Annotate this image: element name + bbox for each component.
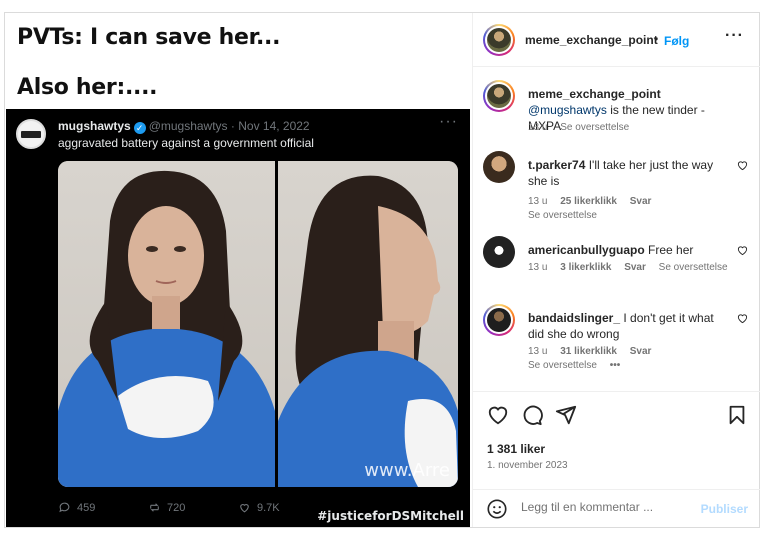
comment-meta: 13 u 31 likerklikk Svar — [528, 346, 661, 357]
comment-avatar[interactable] — [483, 304, 515, 336]
meme-caption-line-2: Also her:.... — [17, 75, 158, 100]
comment-body: Free her — [648, 243, 694, 257]
hashtag-overlay: #justiceforDSMitchell — [317, 509, 464, 523]
comment-translate-link[interactable]: Se oversettelse — [528, 210, 597, 221]
heart-icon — [240, 504, 249, 513]
comment-time[interactable]: 13 u — [528, 346, 547, 357]
comment-username[interactable]: t.parker74 — [528, 158, 585, 172]
tweet-like-count: 9.7K — [257, 501, 280, 514]
publish-button[interactable]: Publiser — [701, 502, 748, 516]
comment-bubble-icon[interactable] — [521, 404, 543, 426]
author-username[interactable]: meme_exchange_point — [525, 33, 658, 47]
comment-more-icon[interactable]: ••• — [610, 360, 621, 371]
author-avatar[interactable] — [483, 24, 515, 56]
caption-avatar[interactable] — [483, 80, 515, 112]
mugshot-profile-photo: www.Arre — [278, 161, 458, 487]
comment-time[interactable]: 13 u — [528, 196, 547, 207]
meme-caption-line-1: PVTs: I can save her... — [17, 25, 281, 50]
comment-input[interactable] — [521, 500, 691, 514]
caption-mention[interactable]: @mugshawtys — [528, 103, 607, 117]
comment-like-heart-icon[interactable] — [737, 245, 748, 256]
mugshot-front-photo — [58, 161, 275, 487]
comment-like-count[interactable]: 31 likerklikk — [560, 346, 617, 357]
comment-reply-button[interactable]: Svar — [624, 262, 646, 273]
tweet-more-icon: ··· — [439, 113, 458, 130]
comment-reply-button[interactable]: Svar — [630, 196, 652, 207]
follow-button[interactable]: Følg — [664, 34, 689, 48]
comment-username[interactable]: bandaidslinger_ — [528, 311, 620, 325]
tweet-retweet-count: 720 — [167, 501, 186, 514]
comment-translate-link[interactable]: Se oversettelse — [528, 360, 597, 371]
tweet-header: mugshawtys ✓ @mugshawtys · Nov 14, 2022 — [58, 119, 310, 134]
caption-meta: 13 u Se oversettelse — [528, 122, 639, 133]
retweet-icon — [150, 503, 159, 512]
reply-icon — [59, 502, 70, 513]
caption-translate-link[interactable]: Se oversettelse — [560, 122, 629, 133]
like-count[interactable]: 1 381 liker — [487, 442, 545, 456]
photo-watermark: www.Arre — [364, 460, 450, 481]
tweet-likes: 9.7K — [238, 501, 280, 514]
header-separator: • — [654, 32, 659, 46]
post-sidebar: meme_exchange_point • Følg ··· meme_exch… — [472, 13, 760, 527]
comment-like-count[interactable]: 25 likerklikk — [560, 196, 617, 207]
comment-like-heart-icon[interactable] — [737, 313, 748, 324]
share-send-icon[interactable] — [555, 404, 577, 426]
comments-list: meme_exchange_point @mugshawtys is the n… — [473, 68, 760, 390]
comment-time[interactable]: 13 u — [528, 262, 547, 273]
tweet-text: aggravated battery against a government … — [58, 136, 314, 150]
post-image[interactable]: PVTs: I can save her... Also her:.... mu… — [5, 13, 472, 527]
tweet-replies: 459 — [58, 501, 95, 514]
tweet-avatar — [16, 119, 46, 149]
comment-username[interactable]: americanbullyguapo — [528, 243, 645, 257]
comment-like-heart-icon[interactable] — [737, 160, 748, 171]
comment-text: t.parker74 I'll take her just the way sh… — [528, 157, 733, 189]
tweet-photos: www.Arre — [58, 161, 458, 487]
caption-time[interactable]: 13 u — [528, 122, 547, 133]
tweet-author-name: mugshawtys — [58, 119, 131, 133]
save-bookmark-icon[interactable] — [726, 404, 748, 426]
comment-text: bandaidslinger_ I don't get it what did … — [528, 310, 733, 342]
comment-translate-row: Se oversettelse ••• — [528, 360, 630, 371]
more-options-icon[interactable]: ··· — [725, 27, 744, 45]
caption-username[interactable]: meme_exchange_point — [528, 87, 661, 101]
comment-like-count[interactable]: 3 likerklikk — [560, 262, 611, 273]
comment-avatar[interactable] — [483, 236, 515, 268]
comment-meta: 13 u 3 likerklikk Svar Se oversettelse — [528, 262, 738, 273]
comment-translate-row: Se oversettelse — [528, 210, 607, 221]
like-heart-icon[interactable] — [487, 404, 509, 426]
add-comment-bar: Publiser — [473, 489, 760, 527]
post-header: meme_exchange_point • Følg ··· — [473, 13, 760, 67]
tweet-screenshot: mugshawtys ✓ @mugshawtys · Nov 14, 2022 ··… — [6, 109, 470, 527]
comment-translate-link[interactable]: Se oversettelse — [659, 262, 728, 273]
comment-avatar[interactable] — [483, 151, 515, 183]
comment-meta: 13 u 25 likerklikk Svar — [528, 196, 661, 207]
comment-reply-button[interactable]: Svar — [630, 346, 652, 357]
tweet-retweets: 720 — [148, 501, 185, 514]
tweet-reply-count: 459 — [77, 501, 96, 514]
emoji-icon[interactable] — [486, 498, 508, 520]
verified-icon: ✓ — [133, 122, 146, 134]
post-frame: PVTs: I can save her... Also her:.... mu… — [4, 12, 760, 528]
comment-text: americanbullyguapo Free her — [528, 242, 733, 258]
tweet-handle-date: @mugshawtys · Nov 14, 2022 — [148, 119, 310, 133]
post-date[interactable]: 1. november 2023 — [487, 460, 568, 471]
